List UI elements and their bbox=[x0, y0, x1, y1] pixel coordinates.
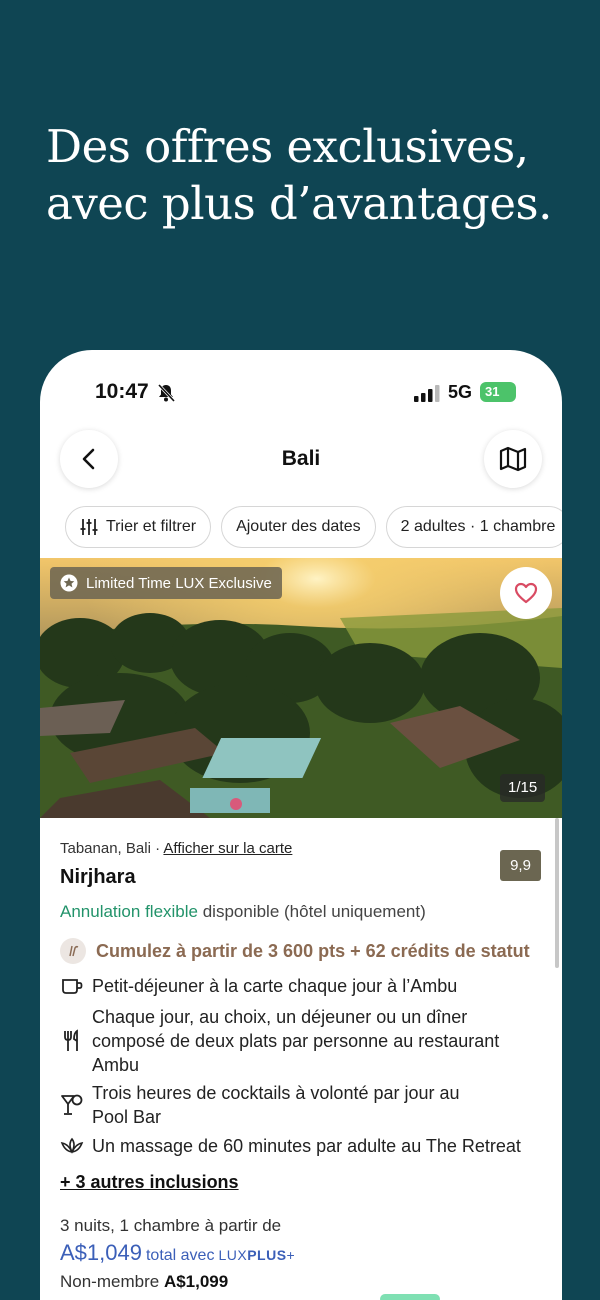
deal-tag bbox=[380, 1294, 440, 1300]
inclusion-item: Petit-déjeuner à la carte chaque jour à … bbox=[60, 974, 457, 998]
fork-knife-icon bbox=[60, 1005, 84, 1077]
rating-badge: 9,9 bbox=[500, 850, 541, 881]
sliders-icon bbox=[80, 519, 98, 535]
cancellation-line: Annulation flexible disponible (hôtel un… bbox=[60, 902, 426, 922]
guests-chip[interactable]: 2 adultes · 1 chambre bbox=[385, 506, 562, 548]
location-line: Tabanan, Bali · Afficher sur la carte bbox=[60, 840, 292, 857]
guests-label: 2 adultes · 1 chambre bbox=[400, 518, 556, 535]
network-type: 5G bbox=[448, 382, 473, 402]
location-separator: · bbox=[155, 840, 161, 857]
inclusion-text: Trois heures de cocktails à volonté par … bbox=[92, 1083, 460, 1127]
status-bar: 10:47 5G 31 bbox=[40, 350, 562, 430]
coffee-cup-icon bbox=[60, 974, 84, 998]
add-dates-label: Ajouter des dates bbox=[236, 518, 361, 535]
price-intro: 3 nuits, 1 chambre à partir de bbox=[60, 1216, 282, 1235]
flexible-cancellation-suffix: disponible (hôtel uniquement) bbox=[202, 902, 426, 921]
phone-screen: 10:47 5G 31 Bali Trier et filtrer Ajoute… bbox=[40, 350, 562, 1300]
hotel-photo[interactable]: Limited Time LUX Exclusive 1/15 bbox=[40, 558, 562, 818]
status-time: 10:47 bbox=[95, 380, 149, 403]
sort-filter-chip[interactable]: Trier et filtrer bbox=[65, 506, 212, 548]
scrollbar[interactable] bbox=[555, 818, 559, 968]
map-icon bbox=[499, 446, 527, 472]
exclusive-badge: Limited Time LUX Exclusive bbox=[50, 567, 282, 599]
show-on-map-link[interactable]: Afficher sur la carte bbox=[163, 840, 292, 857]
location-text: Tabanan, Bali bbox=[60, 840, 151, 857]
sort-filter-label: Trier et filtrer bbox=[106, 518, 197, 535]
battery-level: 31 bbox=[485, 384, 500, 399]
add-dates-chip[interactable]: Ajouter des dates bbox=[221, 506, 376, 548]
points-line: Cumulez à partir de 3 600 pts + 62 crédi… bbox=[60, 938, 530, 964]
bell-muted-icon bbox=[157, 383, 176, 403]
map-button[interactable] bbox=[484, 430, 542, 488]
signal-icon bbox=[414, 385, 440, 402]
flexible-cancellation-label: Annulation flexible bbox=[60, 902, 198, 921]
price-value: A$1,049 bbox=[60, 1240, 142, 1265]
headline-line-1: Des offres exclusives, bbox=[46, 120, 529, 173]
points-text: Cumulez à partir de 3 600 pts + 62 crédi… bbox=[96, 940, 530, 961]
cocktail-glass-icon bbox=[60, 1081, 84, 1129]
heart-icon bbox=[514, 582, 538, 604]
star-badge-icon bbox=[60, 574, 78, 592]
inclusion-item: Trois heures de cocktails à volonté par … bbox=[60, 1081, 500, 1129]
favorite-button[interactable] bbox=[500, 567, 552, 619]
nonmember-price: A$1,099 bbox=[163, 1272, 229, 1291]
nonmember-price-line: Non-membre A$1,099 bbox=[60, 1272, 228, 1292]
price-suffix: total avec bbox=[145, 1247, 215, 1264]
inclusion-item: Un massage de 60 minutes par adulte au T… bbox=[60, 1134, 521, 1158]
nonmember-label: Non-membre bbox=[60, 1272, 160, 1291]
more-inclusions-link[interactable]: + 3 autres inclusions bbox=[60, 1172, 239, 1193]
inclusion-item: Chaque jour, au choix, un déjeuner ou un… bbox=[60, 1005, 520, 1077]
photo-counter: 1/15 bbox=[500, 774, 546, 802]
lotus-icon bbox=[60, 1134, 84, 1158]
inclusion-text: Un massage de 60 minutes par adulte au T… bbox=[92, 1136, 521, 1156]
headline: Des offres exclusives, avec plus d’avant… bbox=[46, 118, 566, 232]
inclusion-text: Petit-déjeuner à la carte chaque jour à … bbox=[92, 976, 458, 996]
price-line: A$1,049 total avec LUXPLUS+ bbox=[60, 1240, 295, 1266]
headline-line-2: avec plus d’avantages. bbox=[46, 177, 552, 230]
hotel-name[interactable]: Nirjhara bbox=[60, 866, 136, 889]
exclusive-badge-label: Limited Time LUX Exclusive bbox=[86, 574, 272, 592]
filter-chips: Trier et filtrer Ajouter des dates 2 adu… bbox=[65, 506, 562, 548]
battery-indicator: 31 bbox=[480, 382, 516, 402]
loyalty-points-icon bbox=[60, 938, 86, 964]
inclusion-text: Chaque jour, au choix, un déjeuner ou un… bbox=[92, 1007, 500, 1075]
luxplus-logo: LUXPLUS+ bbox=[218, 1247, 296, 1263]
